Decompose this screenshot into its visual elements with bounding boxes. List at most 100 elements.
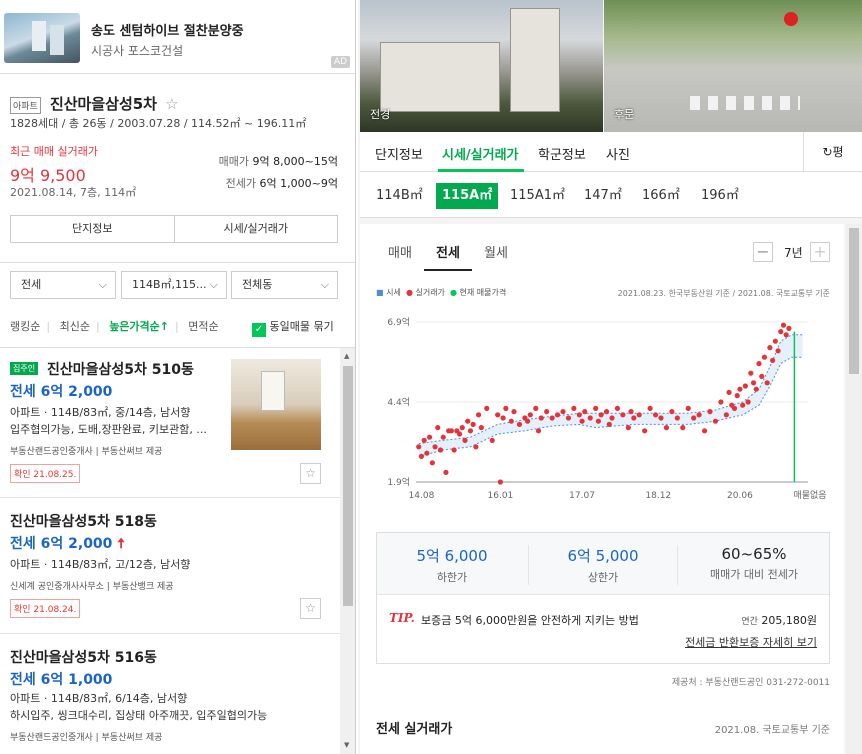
real-price-point	[780, 322, 787, 328]
low-price-col: 5억 6,000 하한가	[377, 545, 527, 585]
refresh-icon: ↻	[822, 145, 833, 159]
real-price-point	[742, 383, 748, 389]
real-price-point	[451, 447, 457, 453]
sign-shape	[784, 12, 798, 26]
detail-scrollbar[interactable]	[846, 224, 862, 754]
ad-banner[interactable]: 송도 센텀하이브 절찬분양중 시공사 포스코건설 AD	[0, 0, 355, 74]
trade-tab-monthly[interactable]: 월세	[484, 242, 508, 261]
real-price-point	[620, 412, 626, 418]
recent-label: 최근 매매 실거래가	[10, 145, 98, 158]
legend-real-icon: ●	[405, 288, 413, 297]
real-price-point	[674, 415, 680, 421]
real-price-point	[731, 405, 738, 411]
guarantee-link[interactable]: 전세금 반환보증 자세히 보기	[685, 634, 817, 650]
x-tick-label: 18.12	[645, 491, 671, 501]
size-tab-active[interactable]: 115A㎡	[436, 183, 499, 209]
real-price-point	[538, 415, 544, 421]
listing-title[interactable]: 진산마을삼성5차 518동	[10, 511, 157, 531]
real-price-point	[691, 415, 697, 421]
real-price-point	[734, 393, 740, 399]
front-photo-label: 전경	[370, 108, 391, 121]
ratio-value: 60~65%	[721, 545, 787, 563]
listing-scrollbar[interactable]: ▲ ▼	[340, 348, 355, 754]
group-same-toggle[interactable]: ✓ 동일매물 묶기	[252, 318, 334, 337]
period-plus-button[interactable]: +	[810, 242, 830, 262]
list-item[interactable]: 진산마을삼성5차 516동 전세 6억 1,000 아파트 · 114B/83㎡…	[0, 634, 340, 754]
list-item[interactable]: 집주인 진산마을삼성5차 510동 전세 6억 2,000 아파트 · 114B…	[0, 348, 340, 498]
scroll-down-icon[interactable]: ▼	[344, 741, 349, 749]
sort-price[interactable]: 높은가격순	[109, 320, 160, 333]
real-price-point	[516, 421, 523, 427]
real-price-point	[701, 428, 708, 434]
price-info-button[interactable]: 시세/실거래가	[175, 216, 338, 242]
favorite-star-icon[interactable]: ☆	[300, 463, 321, 484]
crosswalk-shape	[690, 96, 800, 110]
active-trade-indicator	[424, 269, 472, 271]
real-price-point	[750, 380, 757, 386]
tab-school[interactable]: 학군정보	[538, 144, 586, 163]
real-price-point	[778, 329, 784, 335]
listing-source: 부동산랜드공인중개사 | 부동산써브 제공	[10, 733, 163, 743]
real-price-point	[652, 412, 659, 418]
sort-ranking[interactable]: 랭킹순	[10, 320, 40, 333]
scroll-up-icon[interactable]: ▲	[344, 352, 349, 360]
group-same-label: 동일매물 묶기	[269, 320, 334, 333]
size-tab[interactable]: 115A1㎡	[504, 183, 571, 209]
sale-label: 매매가	[218, 155, 250, 168]
favorite-star-icon[interactable]: ☆	[300, 598, 321, 619]
real-price-point	[560, 409, 566, 415]
real-price-point	[642, 428, 648, 434]
tab-complex-info[interactable]: 단지정보	[375, 144, 423, 163]
trade-type-select[interactable]: 전세 ⌵	[10, 271, 116, 299]
building-shape	[380, 42, 500, 112]
back-photo[interactable]: 후문	[604, 0, 862, 132]
ad-builder: 시공사 포스코건설	[91, 44, 184, 58]
size-tab[interactable]: 166㎡	[636, 183, 686, 209]
favorite-star-icon[interactable]: ☆	[165, 95, 178, 113]
trade-tab-sale[interactable]: 매매	[388, 242, 412, 261]
real-price-point	[571, 405, 577, 411]
tip-label: TIP.	[389, 611, 415, 625]
real-price-point	[598, 412, 604, 418]
real-price-point	[576, 412, 582, 418]
complex-info-button[interactable]: 단지정보	[11, 216, 175, 242]
scrollbar-thumb[interactable]	[849, 228, 859, 374]
ad-title[interactable]: 송도 센텀하이브 절찬분양중	[91, 20, 244, 39]
area-unit-toggle[interactable]: ↻평	[803, 132, 862, 172]
y-tick-label: 4.4억	[387, 396, 410, 408]
size-tabs: 114B㎡ 115A㎡ 115A1㎡ 147㎡ 166㎡ 196㎡	[360, 172, 862, 218]
scrollbar-thumb[interactable]	[343, 366, 353, 606]
real-price-point	[418, 453, 425, 459]
sort-arrow-icon: ↑	[159, 320, 170, 333]
dong-select[interactable]: 전체동 ⌵	[231, 271, 338, 299]
listing-source: 신세계 공인중개사사무소 | 부동산뱅크 제공	[10, 582, 174, 592]
size-tab[interactable]: 114B㎡	[370, 183, 429, 209]
area-value: 114B㎡,115...	[132, 278, 207, 291]
real-price-point	[756, 361, 762, 367]
tab-price[interactable]: 시세/실거래가	[442, 144, 519, 163]
chevron-down-icon: ⌵	[98, 278, 107, 291]
listing-photo[interactable]	[231, 359, 321, 450]
checkbox-checked-icon[interactable]: ✓	[252, 323, 266, 337]
period-minus-button[interactable]: −	[753, 242, 773, 262]
real-price-point	[421, 437, 427, 443]
size-tab[interactable]: 196㎡	[695, 183, 745, 209]
tab-photos[interactable]: 사진	[606, 144, 630, 163]
real-price-point	[772, 338, 778, 344]
ad-image[interactable]	[4, 13, 80, 63]
x-tick-label: 20.06	[727, 491, 753, 501]
area-select[interactable]: 114B㎡,115... ⌵	[121, 271, 227, 299]
real-price-point	[740, 402, 746, 408]
x-tick-label: 17.07	[569, 491, 595, 501]
sort-recent[interactable]: 최신순	[60, 320, 90, 333]
listing-title[interactable]: 진산마을삼성5차 510동	[47, 359, 194, 379]
trade-tab-jeonse[interactable]: 전세	[436, 242, 460, 261]
front-photo[interactable]: 전경	[360, 0, 603, 132]
tip-text: 보증금 5억 6,000만원을 안전하게 지키는 방법	[421, 614, 639, 627]
real-price-point	[663, 425, 670, 431]
sort-area[interactable]: 면적순	[188, 320, 218, 333]
list-item[interactable]: 진산마을삼성5차 518동 전세 6억 2,000 🠅 아파트 · 114B/8…	[0, 498, 340, 634]
listing-title[interactable]: 진산마을삼성5차 516동	[10, 647, 157, 667]
real-price-point	[500, 415, 506, 421]
size-tab[interactable]: 147㎡	[578, 183, 628, 209]
